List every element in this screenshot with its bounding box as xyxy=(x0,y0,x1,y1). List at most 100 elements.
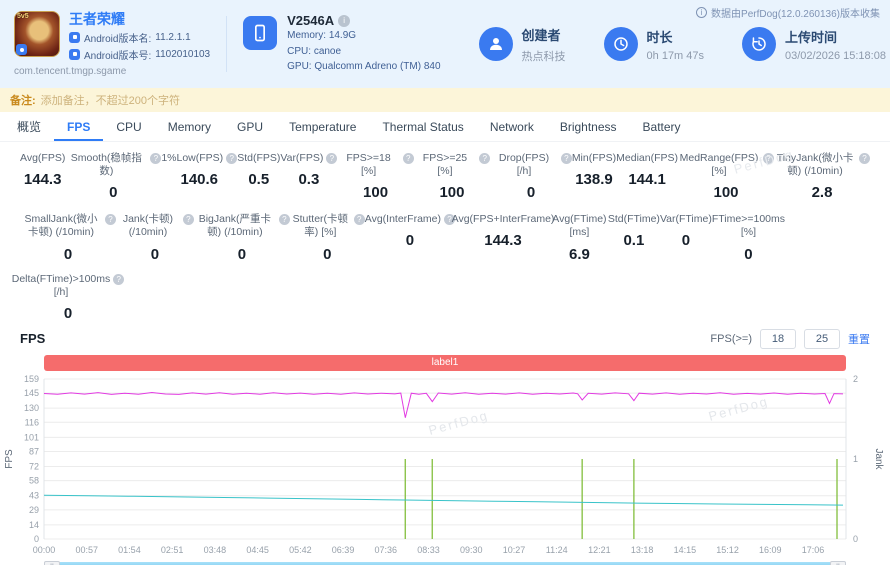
tab-gpu[interactable]: GPU xyxy=(224,112,276,141)
note-bar[interactable]: 备注: 添加备注，不超过200个字符 xyxy=(0,88,890,112)
stat-value: 0 xyxy=(744,245,753,263)
fps-threshold-input-1[interactable] xyxy=(760,328,796,349)
svg-text:05:42: 05:42 xyxy=(289,545,312,555)
stat-cell: FPS>=25 [%]? 100 xyxy=(414,152,491,201)
android-version-name-line: Android版本名: 11.2.1.1 xyxy=(69,30,210,45)
stat-value: 144.3 xyxy=(23,171,62,189)
perfdog-report-page: i 数据由PerfDog(12.0.260136)版本收集 5v5 王者荣耀 A… xyxy=(0,0,890,565)
help-icon[interactable]: ? xyxy=(278,214,290,226)
help-icon[interactable]: ? xyxy=(479,153,491,164)
svg-text:58: 58 xyxy=(29,475,39,485)
chart-legend-banner[interactable]: label1 xyxy=(44,354,846,371)
svg-text:03:48: 03:48 xyxy=(204,545,227,555)
stat-cell: Avg(FPS+InterFrame) 144.3 xyxy=(452,213,555,262)
upload-time-value: 03/02/2026 15:18:08 xyxy=(785,49,886,62)
help-icon[interactable]: ? xyxy=(226,153,238,164)
tab-overview[interactable]: 概览 xyxy=(4,112,54,141)
stat-cell: BigJank(严重卡顿) (/10min)? 0 xyxy=(194,213,290,263)
android-badge-icon xyxy=(16,44,27,56)
stat-label: Min(FPS) xyxy=(571,152,617,164)
header-divider xyxy=(226,16,228,72)
chart-section-title: FPS xyxy=(20,331,46,347)
scrollbar-left-handle[interactable]: || xyxy=(44,561,60,565)
svg-text:101: 101 xyxy=(24,432,39,442)
stat-cell: Delta(FTime)>100ms [/h]? 0 xyxy=(12,273,125,322)
device-info-icon[interactable]: i xyxy=(338,14,351,27)
stat-value: 0.3 xyxy=(298,171,320,189)
help-icon[interactable]: ? xyxy=(150,153,162,164)
device-gpu: GPU: Qualcomm Adreno (TM) 840 xyxy=(287,61,441,73)
user-icon xyxy=(478,27,513,61)
help-icon[interactable]: ? xyxy=(763,153,775,164)
stat-value: 138.9 xyxy=(575,171,613,189)
stat-cell: FPS>=18 [%]? 100 xyxy=(337,152,414,202)
stat-label: 1%Low(FPS) xyxy=(161,152,224,164)
history-clock-icon xyxy=(742,27,777,61)
help-icon[interactable]: ? xyxy=(353,214,365,226)
stat-value: 100 xyxy=(363,184,389,202)
help-icon[interactable]: ? xyxy=(105,214,116,226)
android-version-name-label: Android版本名: xyxy=(84,33,152,45)
stat-label: Smooth(稳帧指数) xyxy=(70,152,142,178)
stats-row-1: Avg(FPS) 144.3 Smooth(稳帧指数)? 0 1%Low(FPS)? 14… xyxy=(20,152,871,202)
fps-chart[interactable]: 0 14 29 43 58 72 87 101 116 130 145 159 0 1 2 00:00 00:5… xyxy=(0,373,890,561)
stat-value: 0 xyxy=(63,245,73,263)
svg-text:87: 87 xyxy=(29,446,39,456)
android-version-code-line: Android版本号: 1102010103 xyxy=(69,47,210,62)
svg-text:PerfDog: PerfDog xyxy=(427,407,490,437)
stat-value: 0 xyxy=(109,184,118,202)
help-icon[interactable]: ? xyxy=(113,273,125,285)
device-memory: Memory: 14.9G xyxy=(287,30,357,42)
tab-battery[interactable]: Battery xyxy=(630,112,694,141)
svg-text:2: 2 xyxy=(853,374,858,384)
stat-value: 144.1 xyxy=(628,171,666,189)
help-icon[interactable]: ? xyxy=(182,214,194,226)
stat-label: Std(FPS) xyxy=(237,152,281,164)
stat-value: 0 xyxy=(323,245,332,263)
stat-cell: Stutter(卡顿率) [%]? 0 xyxy=(290,213,365,263)
help-icon[interactable]: ? xyxy=(326,153,338,164)
scrollbar-right-handle[interactable]: || xyxy=(830,561,846,565)
stats-row-3: Delta(FTime)>100ms [/h]? 0 xyxy=(12,273,870,322)
help-icon[interactable]: ? xyxy=(560,153,572,164)
stat-cell: Min(FPS) 138.9 xyxy=(572,152,616,201)
stat-label: SmallJank(微小卡顿) (/10min) xyxy=(24,213,98,239)
svg-text:116: 116 xyxy=(25,417,39,427)
help-icon[interactable]: ? xyxy=(859,153,871,164)
stat-value: 0 xyxy=(150,245,160,263)
stat-label: Avg(FPS+InterFrame) xyxy=(451,213,555,226)
stat-value: 144.3 xyxy=(484,232,522,250)
android-version-name-value: 11.2.1.1 xyxy=(155,31,191,43)
tab-cpu[interactable]: CPU xyxy=(103,112,154,141)
fps-threshold-input-2[interactable] xyxy=(804,328,840,349)
tab-memory[interactable]: Memory xyxy=(155,112,224,141)
stat-label: Avg(InterFrame) xyxy=(364,213,442,226)
stat-label: Delta(FTime)>100ms [/h] xyxy=(11,272,111,298)
stat-cell: SmallJank(微小卡顿) (/10min)? 0 xyxy=(20,213,116,263)
stat-label: TinyJank(微小卡顿) (/10min) xyxy=(776,152,854,178)
game-block: 5v5 王者荣耀 Android版本名: 11.2.1.1 Android版本号… xyxy=(14,11,210,77)
tab-network[interactable]: Network xyxy=(477,112,547,141)
device-cpu: CPU: canoe xyxy=(287,45,342,57)
stat-label: BigJank(严重卡顿) (/10min) xyxy=(198,213,272,239)
tab-brightness[interactable]: Brightness xyxy=(547,112,630,141)
tab-temperature[interactable]: Temperature xyxy=(276,112,369,141)
note-label: 备注: xyxy=(10,95,36,107)
stat-label: FTime>=100ms [%] xyxy=(711,213,785,239)
svg-text:159: 159 xyxy=(24,374,39,384)
stat-value: 0.1 xyxy=(623,232,645,250)
stat-cell: TinyJank(微小卡顿) (/10min)? 2.8 xyxy=(774,152,871,201)
device-model: V2546A xyxy=(287,13,335,29)
help-icon[interactable]: ? xyxy=(402,153,414,164)
duration-label: 时长 xyxy=(646,29,673,45)
stat-value: 0.5 xyxy=(248,171,270,189)
svg-text:00:00: 00:00 xyxy=(33,545,56,555)
reset-button[interactable]: 重置 xyxy=(848,331,870,347)
tab-thermal-status[interactable]: Thermal Status xyxy=(369,112,476,141)
tab-fps[interactable]: FPS xyxy=(54,112,103,141)
stat-cell: Avg(FTime) [ms] 6.9 xyxy=(551,213,608,262)
duration-value: 0h 17m 47s xyxy=(646,49,705,62)
info-icon: i xyxy=(696,7,708,18)
svg-text:01:54: 01:54 xyxy=(118,545,141,555)
stat-cell: Std(FPS) 0.5 xyxy=(237,152,280,201)
